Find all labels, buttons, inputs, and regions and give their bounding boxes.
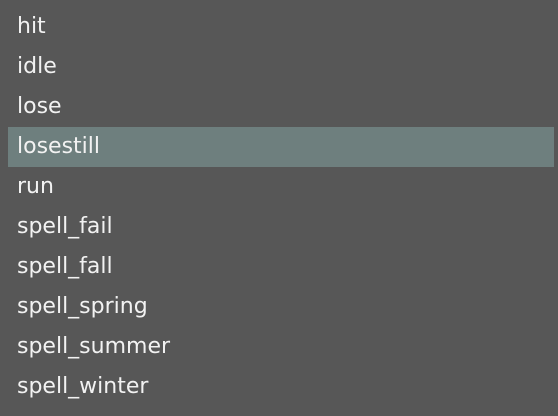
list-item-spell-summer[interactable]: spell_summer [8, 327, 554, 367]
list-item-losestill-selected[interactable]: losestill [8, 127, 554, 167]
list-item-spell-winter[interactable]: spell_winter [8, 367, 554, 407]
list-item-lose[interactable]: lose [8, 87, 554, 127]
list-item-spell-fall[interactable]: spell_fall [8, 247, 554, 287]
list-item-spell-spring[interactable]: spell_spring [8, 287, 554, 327]
list-item-idle[interactable]: idle [8, 47, 554, 87]
list-item-spell-fail[interactable]: spell_fail [8, 207, 554, 247]
animation-list[interactable]: hit idle lose losestill run spell_fail s… [0, 0, 558, 416]
list-item-run[interactable]: run [8, 167, 554, 207]
list-item-hit[interactable]: hit [8, 7, 554, 47]
